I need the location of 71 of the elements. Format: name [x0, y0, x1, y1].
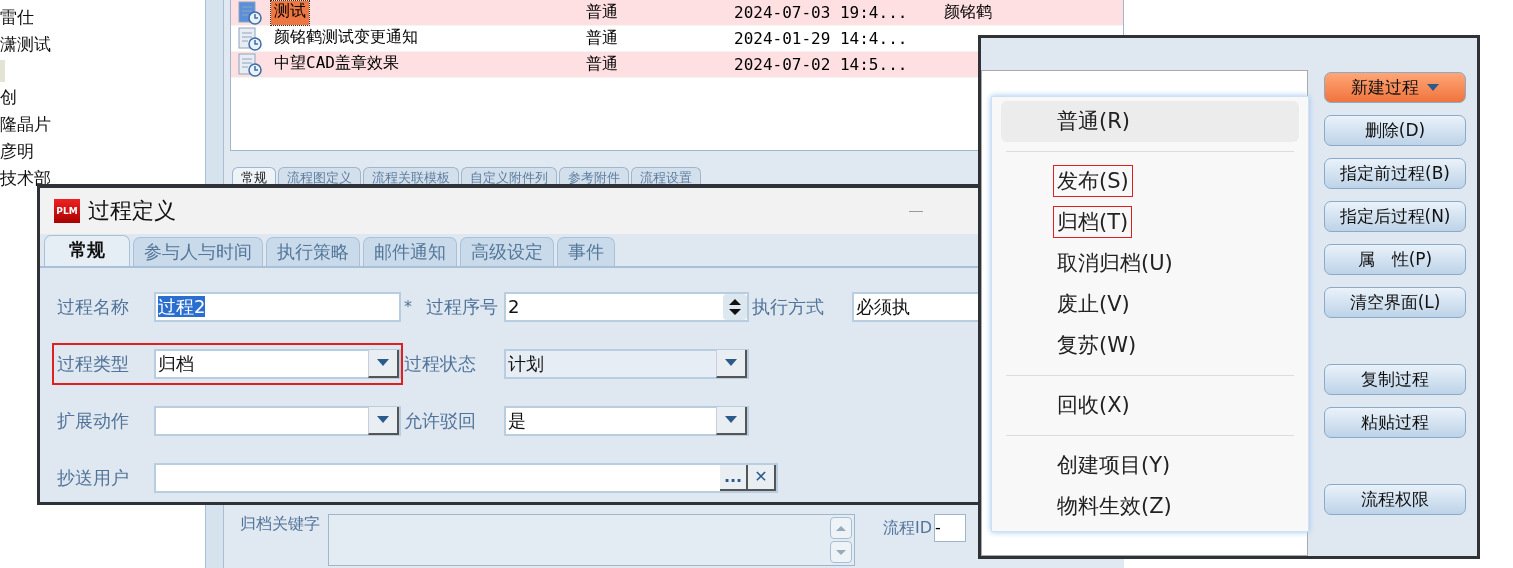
window-title: 过程定义	[88, 197, 176, 225]
action-button[interactable]: 粘贴过程	[1324, 407, 1466, 438]
table-cell-text: 普通	[586, 54, 619, 75]
id-field[interactable]: -	[934, 514, 967, 542]
menu-item[interactable]: 回收(X)	[1001, 385, 1299, 426]
action-button[interactable]: 复制过程	[1324, 364, 1466, 395]
table-cell-text: 普通	[586, 2, 619, 23]
field-label: 过程序号	[426, 294, 499, 319]
dropdown-field[interactable]: 归档	[154, 348, 401, 379]
scroll-down-button[interactable]	[830, 541, 852, 563]
table-cell-text: 颜铭鹤	[944, 2, 993, 23]
field-label: 执行方式	[752, 294, 825, 319]
menu-item[interactable]: 普通(R)	[1001, 101, 1299, 142]
number-field[interactable]: 2	[504, 291, 749, 322]
table-cell[interactable]: 测试	[271, 0, 309, 25]
tree-item[interactable]: 雷仕	[0, 4, 205, 31]
user-field[interactable]: ... ✕	[154, 462, 778, 493]
menu-item[interactable]: 创建项目(Y)	[1001, 445, 1299, 486]
tree-item[interactable]: 隆晶片	[0, 111, 205, 138]
field-label: 过程状态	[404, 351, 477, 376]
action-button[interactable]: 指定前过程(B)	[1324, 158, 1466, 189]
action-button[interactable]: 新建过程	[1324, 72, 1466, 103]
table-cell-text: 2024-07-02 14:5...	[734, 55, 909, 74]
text-field[interactable]: 过程2	[154, 291, 401, 322]
table-cell[interactable]: 颜铭鹤测试变更通知	[271, 26, 421, 51]
action-button[interactable]: 删除(D)	[1324, 115, 1466, 146]
action-button[interactable]: 指定后过程(N)	[1324, 201, 1466, 232]
field-label: 归档关键字	[240, 514, 320, 535]
up-triangle-icon	[836, 525, 846, 531]
menu-item[interactable]: 废止(V)	[1001, 284, 1299, 325]
tab[interactable]: 常规	[44, 235, 130, 266]
keyword-field[interactable]	[328, 514, 855, 566]
field-label: 扩展动作	[57, 408, 130, 433]
caret-icon	[377, 416, 389, 423]
tab[interactable]: 常规	[232, 167, 276, 187]
tree-item[interactable]: 创	[0, 84, 205, 111]
field-label: 抄送用户	[57, 465, 130, 490]
table-cell[interactable]: 中望CAD盖章效果	[271, 52, 402, 77]
tree-item[interactable]: 潇测试	[0, 31, 205, 58]
minimize-icon[interactable]	[909, 210, 923, 212]
tree-node-icon	[0, 60, 5, 82]
action-button[interactable]: 清空界面(L)	[1324, 287, 1466, 318]
dropdown-field[interactable]: 是	[504, 405, 749, 436]
action-button[interactable]: 流程权限	[1324, 484, 1466, 515]
menu-item[interactable]: 物料生效(Z)	[1001, 486, 1299, 527]
dropdown-field[interactable]	[154, 405, 401, 436]
spinner-arrows-icon	[723, 293, 747, 320]
menu-item[interactable]: 发布(S)	[1001, 161, 1299, 202]
clear-button[interactable]: ✕	[748, 464, 776, 491]
menu-item[interactable]: 归档(T)	[1001, 202, 1299, 243]
text-field[interactable]: 必须执	[852, 291, 981, 322]
required-mark: *	[404, 297, 413, 316]
app-logo: PLM	[54, 199, 80, 223]
menu-item[interactable]: 复苏(W)	[1001, 325, 1299, 366]
field-label: 过程类型	[57, 351, 130, 376]
browse-button[interactable]: ...	[720, 464, 748, 491]
table-cell-text: 2024-01-29 14:4...	[734, 29, 909, 48]
caret-icon	[725, 359, 737, 366]
caret-icon	[725, 416, 737, 423]
menu-item[interactable]: 取消归档(U)	[1001, 243, 1299, 284]
field-label: 过程名称	[57, 294, 130, 319]
field-label: 允许驳回	[404, 408, 477, 433]
scroll-up-button[interactable]	[830, 517, 852, 539]
field-label: 流程ID	[883, 517, 933, 539]
down-triangle-icon	[836, 549, 846, 555]
dropdown-caret-icon	[1427, 84, 1439, 91]
tree-item[interactable]: 彦明	[0, 138, 205, 165]
action-button[interactable]: 属 性(P)	[1324, 244, 1466, 275]
table-cell-text: 2024-07-03 19:4...	[734, 3, 909, 22]
table-cell-text: 普通	[586, 28, 619, 49]
caret-icon	[377, 359, 389, 366]
